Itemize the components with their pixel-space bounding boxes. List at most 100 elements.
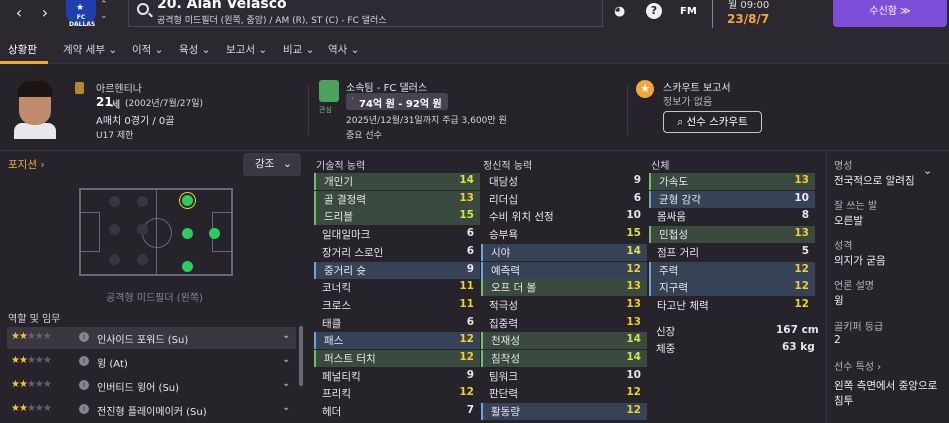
tab-development[interactable]: 육성 ⌄ [179,42,210,57]
chevron-down-icon[interactable]: ⌄ [282,330,290,341]
tab-bar: 상황판 계약 세부 ⌄ 이적 ⌄ 육성 ⌄ 보고서 ⌄ 비교 ⌄ 역사 ⌄ [0,34,949,64]
attribute-row[interactable]: 지구력 12 [649,279,815,297]
attribute-row[interactable]: 코너킥 11 [314,279,480,296]
chevron-updown-icon[interactable]: ⌃ ⌄ [100,0,112,22]
attribute-row[interactable]: 헤더 7 [314,403,480,420]
role-row[interactable]: ★★★★★ i 전진형 플레이메이커 (Su) ⌄ [7,399,296,421]
player-search-box[interactable]: 20. Alan Velasco 공격형 미드필더 (왼쪽, 중앙) / AM … [128,0,603,27]
player-position-desc: 공격형 미드필더 (왼쪽, 중앙) / AM (R), ST (C) - FC … [157,16,387,26]
chevron-down-icon[interactable]: ⌄ [282,378,290,389]
info-icon[interactable]: i [79,380,89,390]
scout-report-status: 정보가 없음 [663,97,713,108]
attribute-value: 9 [633,174,641,186]
attribute-name: 오프 더 볼 [491,282,537,295]
inbox-button[interactable]: 수신함 ≫ [833,0,947,27]
attribute-row[interactable]: 적극성 13 [481,297,647,314]
attribute-row[interactable]: 침착성 14 [481,350,647,367]
attribute-value: 11 [459,280,474,293]
attribute-row[interactable]: 팀워크 10 [481,368,647,385]
attribute-row[interactable]: 패스 12 [314,332,480,350]
tab-contract[interactable]: 계약 세부 ⌄ [63,42,117,57]
attribute-row[interactable]: 시야 14 [481,243,647,261]
strength-label: 강조 [255,158,275,170]
attribute-name: 가속도 [659,176,688,188]
attribute-row[interactable]: 승부욕 15 [481,226,647,243]
traits-label[interactable]: 선수 특성 › [834,358,881,373]
attribute-row[interactable]: 태클 6 [314,315,480,332]
forward-arrow-icon[interactable]: › [34,4,56,22]
tab-overview[interactable]: 상황판 [8,42,37,57]
attribute-name: 리더십 [489,193,518,206]
attribute-row[interactable]: 크로스 11 [314,297,480,314]
tab-reports[interactable]: 보고서 ⌄ [226,42,267,57]
attribute-row[interactable]: 몸싸움 8 [649,208,815,225]
attribute-row[interactable]: 천재성 14 [481,332,647,350]
attribute-row[interactable]: 균형 감각 10 [649,190,815,208]
attribute-row[interactable]: 페널티킥 9 [314,368,480,385]
tab-compare[interactable]: 비교 ⌄ [283,42,314,57]
gk-rating-label: 골키퍼 등급 [834,322,884,333]
info-icon[interactable]: i [79,404,89,414]
attribute-row[interactable]: 골 결정력 13 [314,190,480,208]
back-arrow-icon[interactable]: ‹ [8,4,30,22]
position-dot-st [209,228,220,239]
attribute-row[interactable]: 가속도 13 [649,173,815,190]
date-of-birth: (2002년/7월/27일) [125,99,204,109]
position-dot-aml [182,195,193,206]
media-value: 윙 [834,295,844,307]
game-date: 23/8/7 [727,12,770,26]
chevron-down-icon[interactable]: ⌄ [282,354,290,365]
tab-history[interactable]: 역사 ⌄ [328,42,359,57]
attribute-row[interactable]: 주력 12 [649,261,815,279]
attribute-row[interactable]: 대담성 9 [481,173,647,190]
attribute-row[interactable]: 개인기 14 [314,173,480,190]
attribute-row[interactable]: 판단력 12 [481,385,647,402]
club-crest[interactable]: ★ FC DALLAS [66,0,96,28]
attribute-row[interactable]: 일대일마크 6 [314,226,480,243]
help-icon[interactable]: ? [646,3,662,19]
attribute-value: 9 [466,262,474,275]
role-row[interactable]: ★★★★★ i 인사이드 포워드 (Su) ⌄ [7,327,296,349]
chevron-down-icon[interactable]: ⌄ [923,164,932,177]
attribute-value: 13 [794,227,809,240]
attribute-value: 13 [626,297,641,310]
nationality[interactable]: 아르헨티나 [96,80,142,95]
attribute-row[interactable]: 중거리 슛 9 [314,261,480,279]
roles-scrollbar[interactable] [299,326,303,386]
attribute-row[interactable]: 오프 더 볼 13 [481,279,647,297]
attribute-row[interactable]: 드리블 15 [314,208,480,226]
attribute-row[interactable]: 민첩성 13 [649,226,815,244]
role-row[interactable]: ★★★★★ i 인버티드 윙어 (Su) ⌄ [7,375,296,397]
role-row[interactable]: ★★★★★ i 윙 (At) ⌄ [7,351,296,373]
attribute-value: 14 [626,351,641,363]
attribute-name: 패스 [324,335,344,348]
attribute-row[interactable]: 장거리 스로인 6 [314,244,480,261]
attribute-row[interactable]: 퍼스트 터치 12 [314,350,480,367]
globe-icon[interactable]: ◕ [614,4,625,19]
position-dot-amr [182,261,193,272]
attribute-row[interactable]: 리더십 6 [481,191,647,208]
transfer-value-pill[interactable]: · 74억 원 - 92억 원 [346,93,448,110]
attribute-row[interactable]: 예측력 12 [481,261,647,279]
attribute-row[interactable]: 점프 거리 5 [649,244,815,261]
top-bar: ‹ › ★ FC DALLAS ⌃ ⌄ 20. Alan Velasco 공격형 … [0,0,949,34]
info-icon[interactable]: i [79,356,89,366]
strength-dropdown[interactable]: 강조 ⌄ [243,153,301,176]
role-rating-stars: ★★★★★ [11,379,52,390]
club-label[interactable]: 소속팀 - FC 댈러스 [346,79,427,94]
attribute-value: 6 [466,227,474,240]
attribute-row[interactable]: 타고난 체력 12 [649,297,815,314]
game-time: 월 09:00 [728,0,770,11]
tab-transfer[interactable]: 이적 ⌄ [132,42,163,57]
attribute-row[interactable]: 활동량 12 [481,403,647,421]
attribute-name: 페널티킥 [322,370,361,383]
attribute-row[interactable]: 집중력 13 [481,315,647,332]
info-icon[interactable]: i [79,332,89,342]
attribute-row[interactable]: 프리킥 12 [314,385,480,402]
fm-menu[interactable]: FM [680,6,697,17]
attribute-name: 민첩성 [659,229,688,242]
chevron-down-icon[interactable]: ⌄ [282,402,290,413]
attribute-row[interactable]: 수비 위치 선정 10 [481,208,647,225]
position-heading[interactable]: 포지션 › [8,157,45,172]
scout-player-button[interactable]: ⌕ 선수 스카우트 [663,111,762,133]
